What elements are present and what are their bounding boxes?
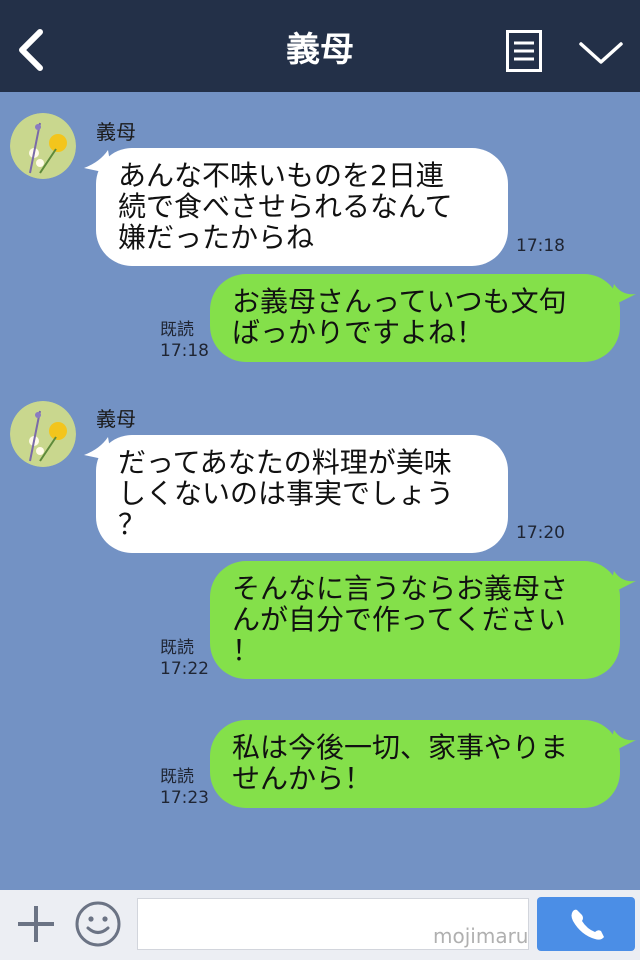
message-line: せんから！ [232, 762, 373, 795]
bubble-tail [608, 284, 636, 308]
call-button[interactable] [537, 897, 635, 951]
message-line: あんな不味いものを2日連 [118, 159, 444, 192]
message-line: お義母さんっていつも文句 [232, 285, 567, 318]
timestamp: 17:18 [516, 236, 565, 256]
chevron-down-icon[interactable] [578, 38, 624, 68]
timestamp: 17:20 [516, 523, 565, 543]
message-line: ！ [232, 634, 261, 667]
message-bubble-incoming[interactable]: だってあなたの料理が美味 しくないのは事実でしょう ？ [96, 435, 508, 553]
timestamp: 17:22 [160, 659, 209, 679]
chat-title: 義母 [286, 30, 354, 70]
bubble-tail [608, 571, 636, 595]
smiley-icon[interactable] [74, 900, 122, 948]
read-receipt: 既読 [160, 767, 194, 787]
avatar[interactable] [10, 113, 76, 179]
message-line: 私は今後一切、家事やりま [232, 731, 569, 764]
flower-avatar-icon [10, 113, 76, 179]
sender-name: 義母 [96, 120, 136, 144]
message-line: そんなに言うならお義母さ [232, 572, 569, 605]
message-bubble-incoming[interactable]: あんな不味いものを2日連 続で食べさせられるなんて 嫌だったからね [96, 148, 508, 266]
message-line: ？ [118, 508, 147, 541]
sender-name: 義母 [96, 407, 136, 431]
message-line: 続で食べさせられるなんて [118, 190, 453, 223]
header-bar: 義母 [0, 0, 640, 92]
bubble-tail [608, 730, 636, 754]
message-bubble-outgoing[interactable]: お義母さんっていつも文句 ばっかりですよね！ [210, 274, 620, 362]
read-receipt: 既読 [160, 638, 194, 658]
message-line: だってあなたの料理が美味 [118, 446, 452, 479]
flower-avatar-icon [10, 401, 76, 467]
message-line: 嫌だったからね [118, 221, 315, 254]
avatar[interactable] [10, 401, 76, 467]
plus-icon[interactable] [14, 902, 58, 946]
watermark: mojimaru [433, 924, 529, 948]
menu-list-icon[interactable] [506, 30, 542, 72]
phone-icon [571, 909, 604, 940]
message-line: しくないのは事実でしょう [118, 477, 455, 510]
message-line: んが自分で作ってください [232, 603, 566, 636]
message-line: ばっかりですよね！ [232, 316, 485, 349]
timestamp: 17:18 [160, 341, 209, 361]
timestamp: 17:23 [160, 788, 209, 808]
message-bubble-outgoing[interactable]: 私は今後一切、家事やりま せんから！ [210, 720, 620, 808]
read-receipt: 既読 [160, 320, 194, 340]
message-bubble-outgoing[interactable]: そんなに言うならお義母さ んが自分で作ってください ！ [210, 561, 620, 679]
